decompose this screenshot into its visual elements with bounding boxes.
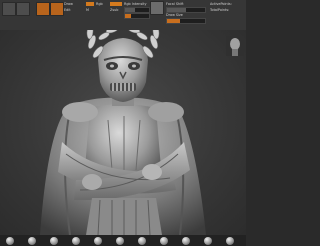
draw-mode-label: Draw [64, 2, 73, 6]
brush-clay-icon[interactable] [50, 237, 58, 245]
reference-thumbnail[interactable] [226, 36, 244, 56]
zombie-head [98, 38, 148, 102]
brush-standard-icon[interactable] [6, 237, 14, 245]
brush-shelf [0, 235, 246, 246]
rgb-label: Rgb [96, 2, 103, 6]
edit-button[interactable] [36, 2, 50, 16]
brush-trim-icon[interactable] [160, 237, 168, 245]
brush-mask-icon[interactable] [204, 237, 212, 245]
top-toolbar: Draw Edit Rgb M Zsub Rgb Intensity Focal… [0, 0, 246, 30]
brush-smooth-icon[interactable] [138, 237, 146, 245]
edit-label: Edit [64, 8, 71, 12]
rgb-intensity-label: Rgb Intensity [124, 2, 147, 6]
sculpt-model [40, 30, 206, 235]
brush-flatten-icon[interactable] [182, 237, 190, 245]
brush-icon[interactable] [2, 2, 16, 16]
brush-alpha-icon[interactable] [150, 1, 164, 15]
canvas-viewport[interactable] [0, 30, 246, 235]
stroke-icon[interactable] [16, 2, 30, 16]
focal-shift-fill [167, 8, 186, 12]
brush-slash-icon[interactable] [226, 237, 234, 245]
z-intensity-fill [125, 14, 131, 18]
total-points-label: TotalPoints: [210, 8, 230, 12]
draw-size-fill [167, 19, 181, 23]
active-points-label: ActivePoints: [210, 2, 232, 6]
brush-move-icon[interactable] [28, 237, 36, 245]
zsub-label: Zsub [110, 8, 119, 12]
draw-button[interactable] [50, 2, 64, 16]
z-intensity-slider[interactable] [124, 13, 150, 19]
rgb-intensity-fill [125, 8, 135, 12]
head-thumbnail-icon [230, 38, 240, 56]
mrgb-button[interactable] [86, 2, 94, 6]
zadd-button[interactable] [110, 2, 122, 6]
draw-size-label: Draw Size [166, 13, 183, 17]
draw-size-slider[interactable] [166, 18, 206, 24]
brush-pinch-icon[interactable] [116, 237, 124, 245]
focal-shift-label: Focal Shift [166, 2, 184, 6]
m-label: M [86, 8, 89, 12]
brush-damstandard-icon[interactable] [72, 237, 80, 245]
brush-inflate-icon[interactable] [94, 237, 102, 245]
